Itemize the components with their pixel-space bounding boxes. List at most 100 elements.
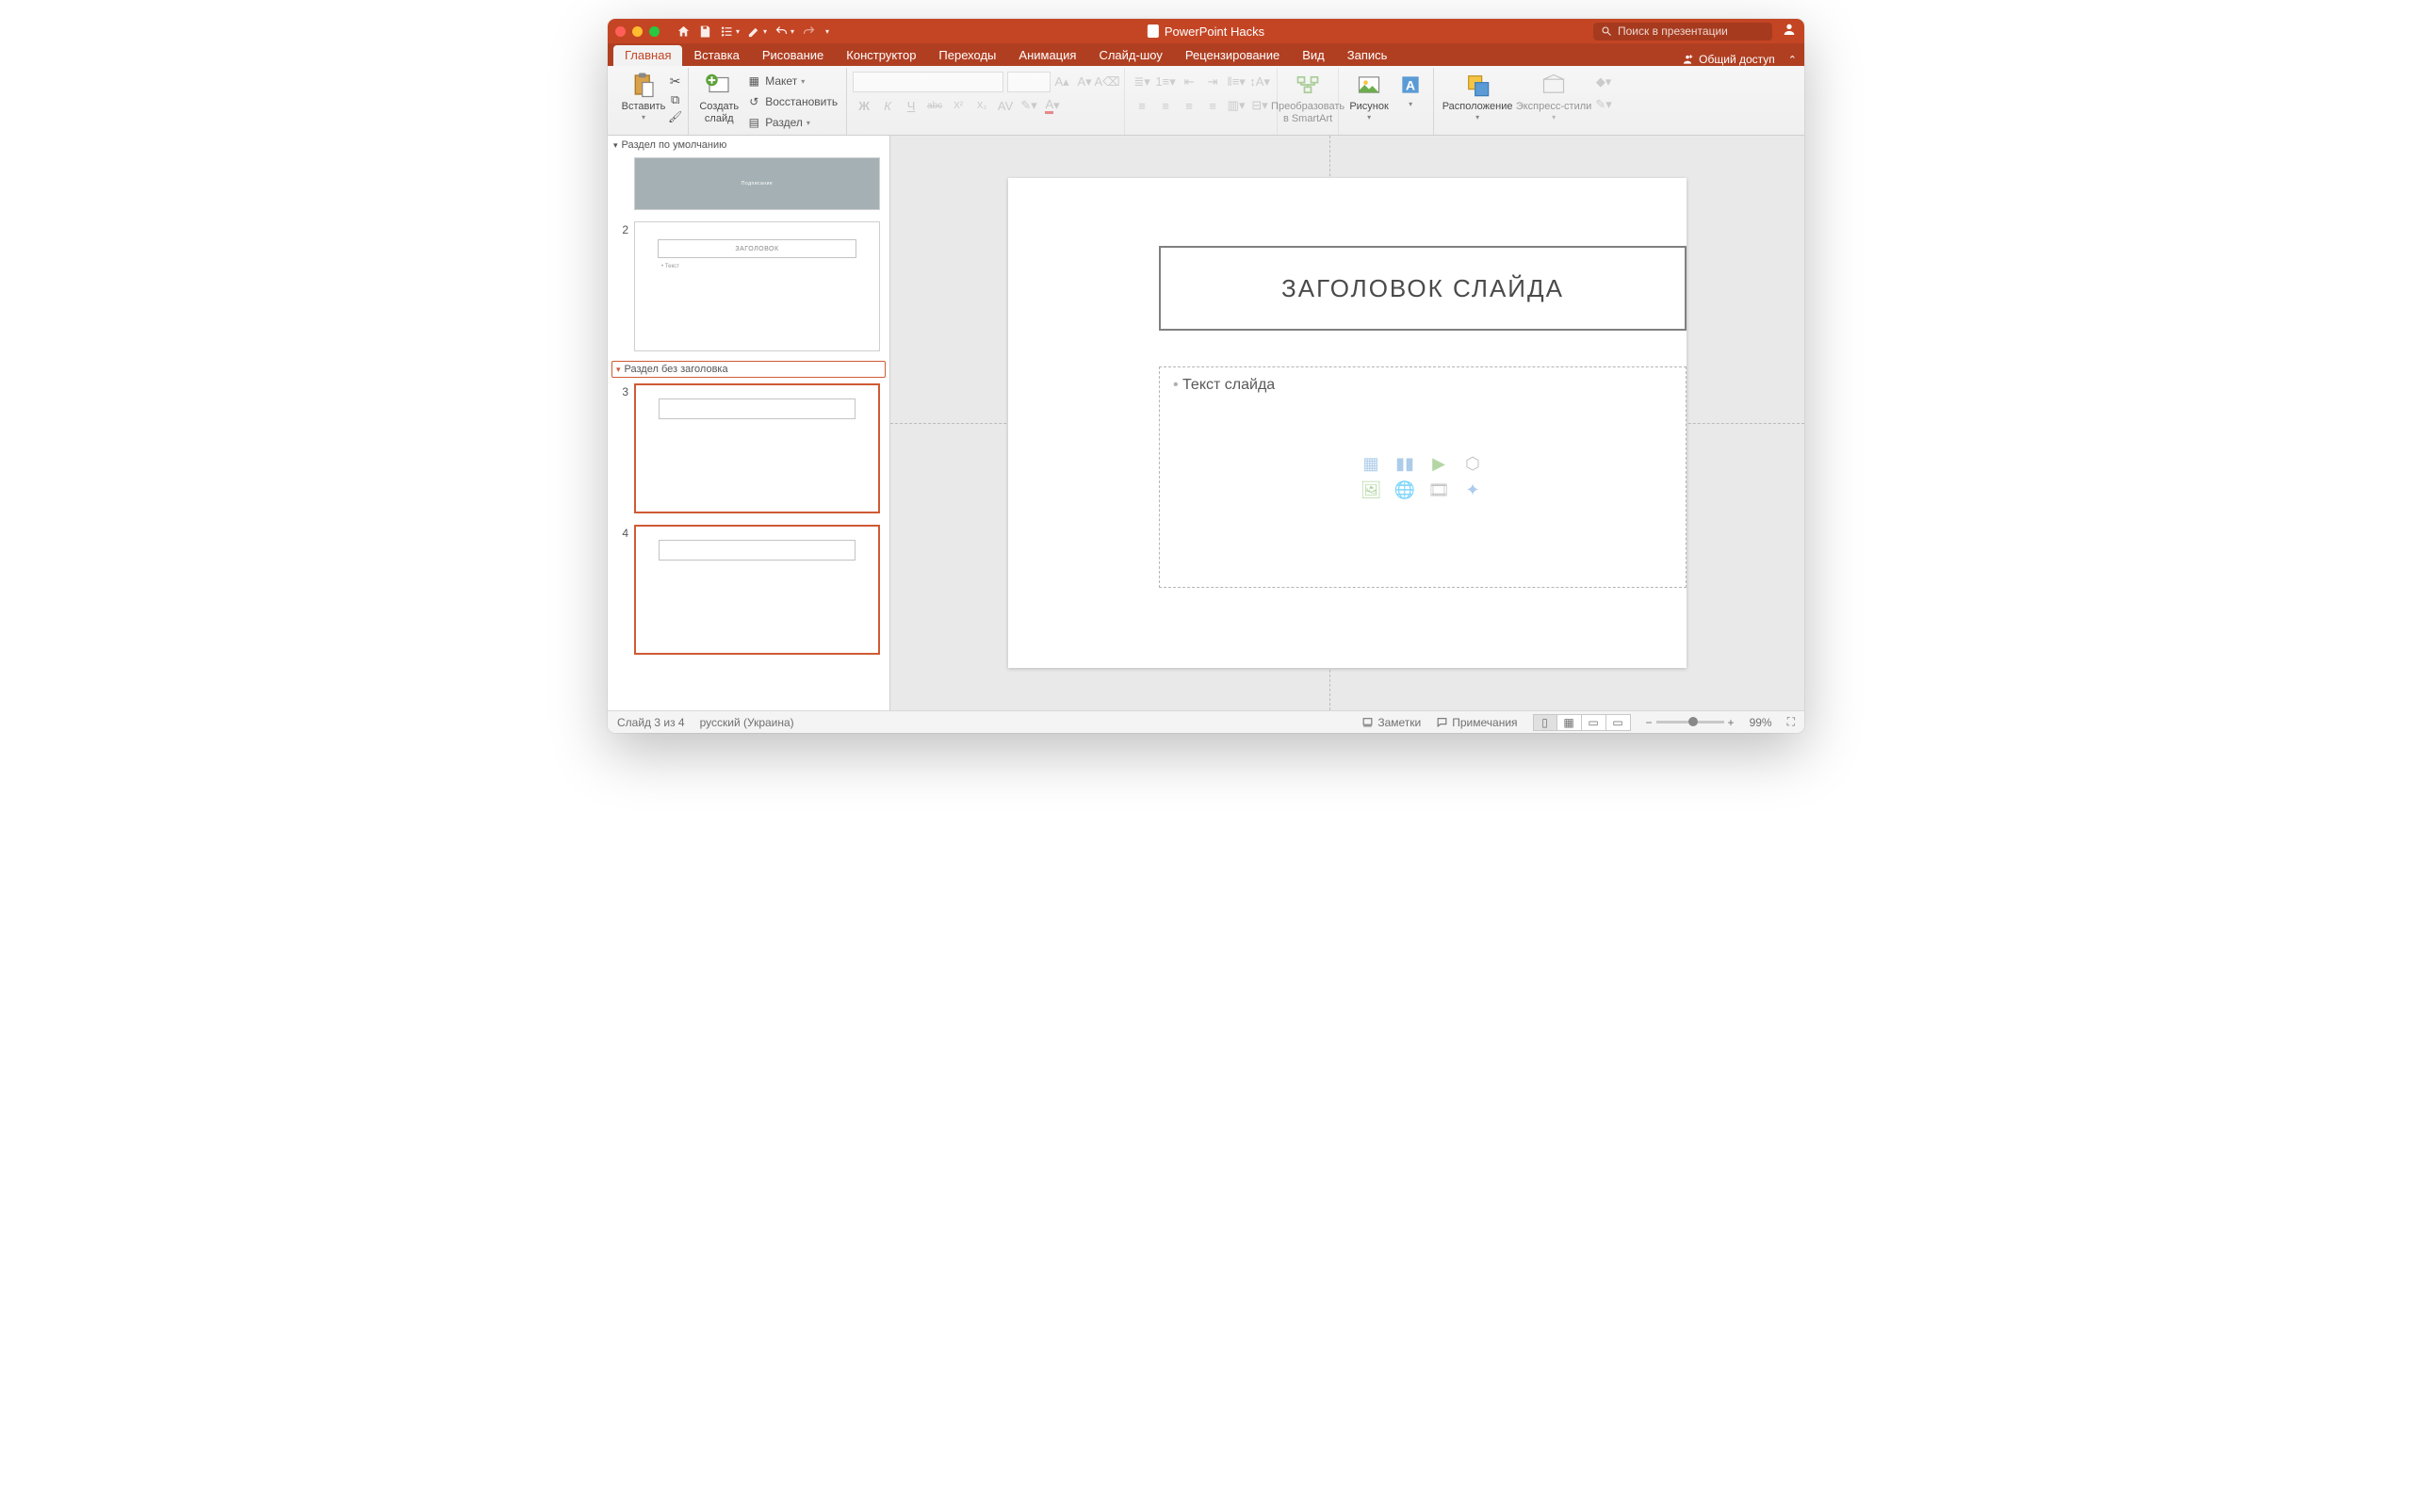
search-input[interactable]: Поиск в презентации [1593,23,1772,41]
align-right-icon[interactable]: ≡ [1178,95,1200,116]
section-untitled[interactable]: ▾ Раздел без заголовка [611,361,886,378]
zoom-percent[interactable]: 99% [1750,716,1772,729]
increase-indent-icon[interactable]: ⇥ [1201,72,1224,92]
zoom-in-icon[interactable]: + [1728,716,1735,729]
sorter-view-icon[interactable]: ▦ [1557,714,1582,731]
section-button[interactable]: ▤Раздел▾ [743,113,840,132]
tab-review[interactable]: Рецензирование [1174,45,1291,66]
insert-video-icon[interactable]: 🎞 [1426,480,1452,501]
thumb-4[interactable]: 4 [608,521,889,662]
highlight-icon[interactable]: ✎▾ [1018,95,1040,116]
text-box-button[interactable]: A ▾ [1393,70,1427,134]
insert-smartart-icon[interactable]: ▶ [1426,454,1452,475]
search-placeholder: Поиск в презентации [1618,24,1728,38]
arrange-button[interactable]: Расположение ▾ [1440,70,1515,134]
share-button[interactable]: Общий доступ [1677,53,1779,66]
insert-chart-icon[interactable]: ▮▮ [1392,454,1418,475]
thumb-1[interactable]: Подписание [608,154,889,218]
insert-3d-icon[interactable]: ⬡ [1459,454,1486,475]
copy-icon[interactable]: ⧉ [671,92,679,107]
new-slide-button[interactable]: Создать слайд [694,70,743,134]
reading-view-icon[interactable]: ▭ [1582,714,1606,731]
slideshow-view-icon[interactable]: ▭ [1606,714,1631,731]
slide-title-placeholder[interactable]: ЗАГОЛОВОК СЛАЙДА [1159,246,1687,331]
subscript-button[interactable]: X₂ [970,95,993,116]
tab-animations[interactable]: Анимация [1007,45,1087,66]
char-spacing-icon[interactable]: AV [994,95,1017,116]
align-center-icon[interactable]: ≡ [1154,95,1177,116]
tab-design[interactable]: Конструктор [835,45,927,66]
reset-button[interactable]: ↺Восстановить [743,92,840,111]
thumb-2[interactable]: 2 ЗАГОЛОВОК Текст [608,218,889,359]
justify-icon[interactable]: ≡ [1201,95,1224,116]
text-direction-icon[interactable]: ↕A▾ [1248,72,1271,92]
normal-view-icon[interactable]: ▯ [1533,714,1557,731]
align-left-icon[interactable]: ≡ [1131,95,1153,116]
decrease-font-icon[interactable]: A▾ [1073,72,1096,92]
tab-insert[interactable]: Вставка [682,45,750,66]
tab-home[interactable]: Главная [613,45,682,66]
increase-font-icon[interactable]: A▴ [1051,72,1073,92]
collapse-ribbon-icon[interactable]: ⌃ [1788,54,1797,66]
home-icon[interactable] [676,24,691,39]
insert-picture-icon[interactable]: 🖼 [1358,480,1384,501]
strike-button[interactable]: abc [923,95,946,116]
redo-icon[interactable] [802,24,816,39]
tab-draw[interactable]: Рисование [751,45,835,66]
comments-toggle[interactable]: Примечания [1436,716,1517,729]
italic-button[interactable]: К [876,95,899,116]
superscript-button[interactable]: X² [947,95,970,116]
undo-icon[interactable]: ▾ [774,24,794,39]
columns-icon[interactable]: ▥▾ [1225,95,1247,116]
format-painter-icon[interactable]: 🖌 [668,110,682,123]
clear-formatting-icon[interactable]: A⌫ [1096,72,1118,92]
layout-button[interactable]: ▦Макет▾ [743,72,840,90]
bullets-button[interactable]: ≣▾ [1131,72,1153,92]
insert-table-icon[interactable]: ▦ [1358,454,1384,475]
shape-fill-icon[interactable]: ◆▾ [1592,72,1615,92]
slide-thumbnails-panel[interactable]: ▾ Раздел по умолчанию Подписание 2 ЗАГОЛ… [608,136,890,710]
insert-icon-icon[interactable]: ✦ [1459,480,1486,501]
insert-online-icon[interactable]: 🌐 [1392,480,1418,501]
qat-customize-icon[interactable]: ▾ [823,27,829,36]
notes-toggle[interactable]: Заметки [1361,716,1421,729]
account-icon[interactable] [1782,22,1797,41]
picture-button[interactable]: Рисунок ▾ [1345,70,1393,134]
edit-icon[interactable]: ▾ [747,24,767,39]
save-icon[interactable] [698,24,712,39]
font-size-input[interactable] [1007,72,1051,92]
zoom-out-icon[interactable]: − [1646,716,1653,729]
tab-record[interactable]: Запись [1336,45,1399,66]
font-family-input[interactable] [853,72,1003,92]
fit-to-window-icon[interactable]: ⛶ [1787,715,1795,729]
language-indicator[interactable]: русский (Украина) [700,716,794,729]
section-default[interactable]: ▾ Раздел по умолчанию [608,136,889,154]
thumb-3[interactable]: 3 [608,380,889,521]
tab-transitions[interactable]: Переходы [927,45,1007,66]
paste-button[interactable]: Вставить ▾ [619,70,668,134]
bold-button[interactable]: Ж [853,95,875,116]
line-spacing-icon[interactable]: ‖≡▾ [1225,72,1247,92]
convert-smartart-button[interactable]: Преобразовать в SmartArt [1283,70,1332,133]
app-window: ▾ ▾ ▾ ▾ PowerPoint Hacks Поиск в презент… [608,19,1804,733]
current-slide[interactable]: ЗАГОЛОВОК СЛАЙДА Текст слайда ▦ ▮▮ ▶ ⬡ 🖼… [1008,178,1687,668]
zoom-slider[interactable]: − + [1646,716,1735,729]
close-button[interactable] [615,26,626,37]
slide-counter[interactable]: Слайд 3 из 4 [617,716,685,729]
quick-styles-button[interactable]: Экспресс-стили ▾ [1515,70,1592,134]
slide-canvas[interactable]: ЗАГОЛОВОК СЛАЙДА Текст слайда ▦ ▮▮ ▶ ⬡ 🖼… [890,136,1804,710]
cut-icon[interactable]: ✂ [670,73,681,89]
tab-slideshow[interactable]: Слайд-шоу [1087,45,1173,66]
drawing-group: Расположение ▾ Экспресс-стили ▾ ◆▾ ✎▾ [1434,68,1621,135]
bullets-icon[interactable]: ▾ [720,24,740,39]
underline-button[interactable]: Ч [900,95,922,116]
minimize-button[interactable] [632,26,643,37]
maximize-button[interactable] [649,26,660,37]
decrease-indent-icon[interactable]: ⇤ [1178,72,1200,92]
font-color-icon[interactable]: A▾ [1041,95,1064,116]
align-text-icon[interactable]: ⊟▾ [1248,95,1271,116]
numbering-button[interactable]: 1≡▾ [1154,72,1177,92]
shape-outline-icon[interactable]: ✎▾ [1592,94,1615,115]
slide-body-placeholder[interactable]: Текст слайда ▦ ▮▮ ▶ ⬡ 🖼 🌐 🎞 ✦ [1159,366,1687,588]
tab-view[interactable]: Вид [1291,45,1336,66]
